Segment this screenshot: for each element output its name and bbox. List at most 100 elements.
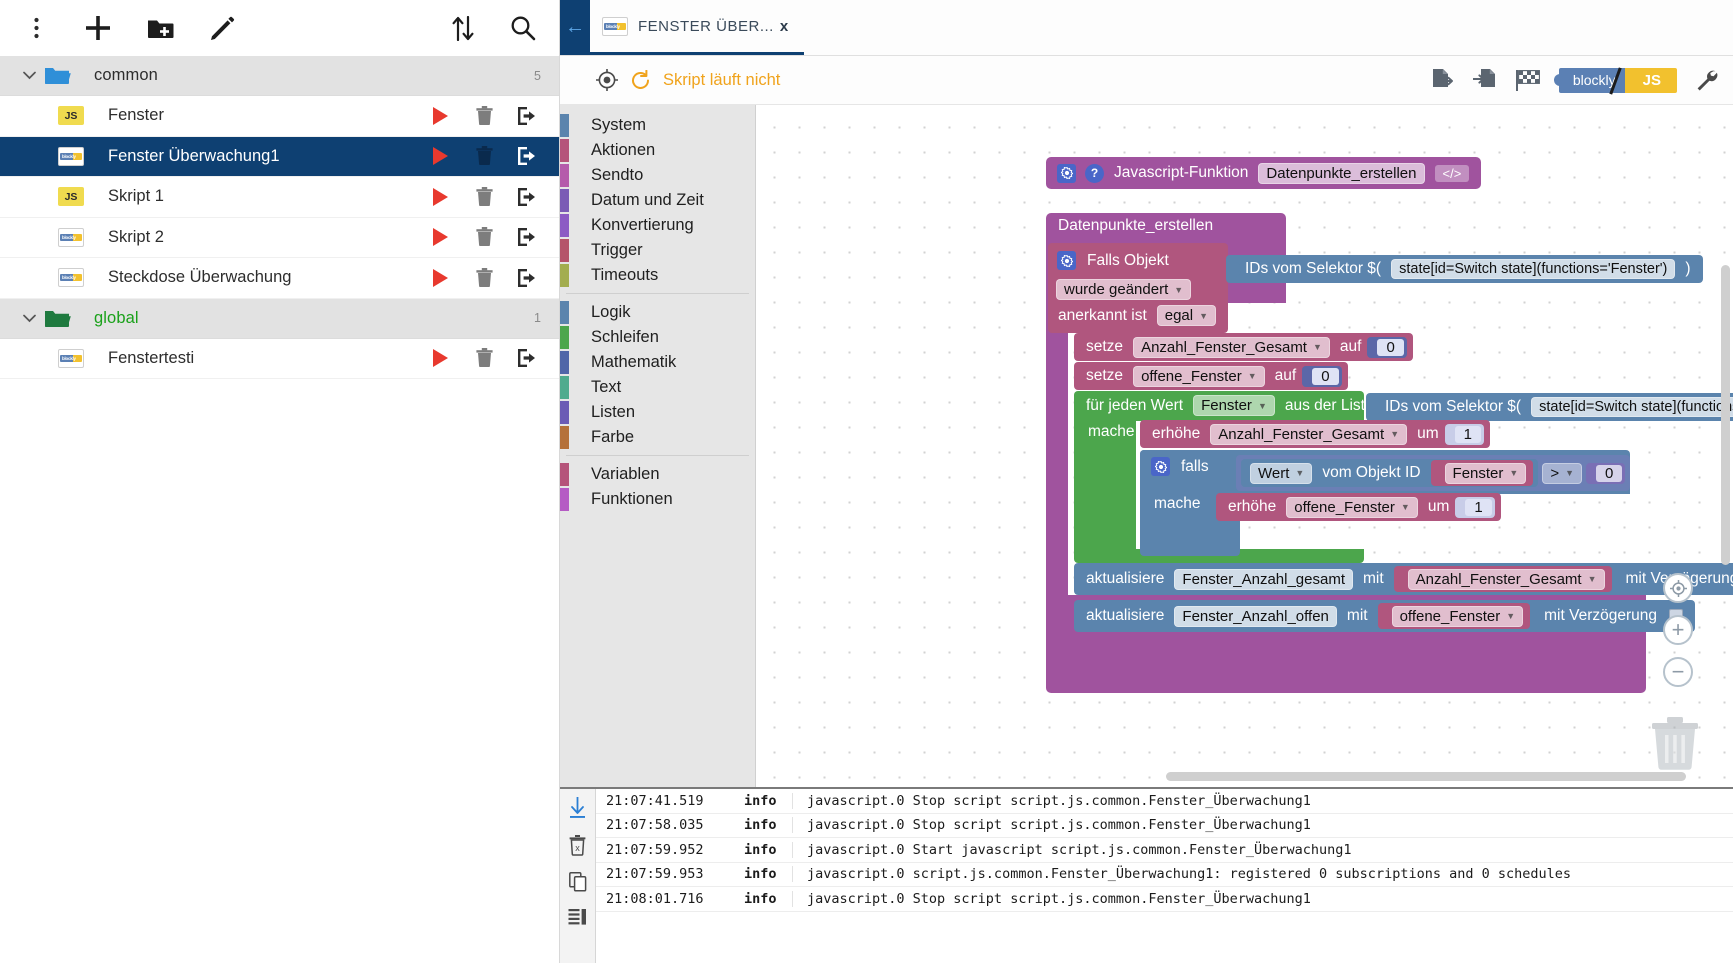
add-script-icon[interactable]: [76, 6, 120, 50]
export-script-button[interactable]: [517, 145, 539, 167]
block-trigger-row3[interactable]: anerkannt ist egal▼: [1052, 305, 1220, 326]
block-increment-offene-fenster[interactable]: erhöhe offene_Fenster▼ um 1: [1216, 493, 1501, 521]
function-name-field[interactable]: Datenpunkte_erstellen: [1258, 163, 1424, 184]
toolbox-category-datum-und-zeit[interactable]: Datum und Zeit: [560, 188, 755, 213]
toolbox-category-listen[interactable]: Listen: [560, 400, 755, 425]
number-value[interactable]: 1: [1465, 499, 1491, 516]
selector-value-field[interactable]: state[id=Switch state](functions='Fenste…: [1391, 259, 1675, 279]
delete-script-button[interactable]: [473, 226, 495, 248]
block-javascript-function[interactable]: ? Javascript-Funktion Datenpunkte_erstel…: [1046, 157, 1481, 189]
run-script-button[interactable]: [429, 347, 451, 369]
block-selector-top[interactable]: IDs vom Selektor $( state[id=Switch stat…: [1226, 255, 1703, 283]
block-object-variable[interactable]: Fenster▼: [1431, 460, 1534, 486]
toolbox-category-schleifen[interactable]: Schleifen: [560, 325, 755, 350]
gear-icon[interactable]: [1057, 251, 1076, 270]
blockly-js-toggle[interactable]: blockly JS: [1559, 68, 1677, 93]
number-block[interactable]: 0: [1586, 463, 1625, 484]
chevron-down-icon[interactable]: [18, 71, 40, 80]
delete-script-button[interactable]: [473, 347, 495, 369]
toolbox-category-sendto[interactable]: Sendto: [560, 163, 755, 188]
object-variable-field[interactable]: Fenster▼: [1445, 463, 1527, 484]
block-if-header[interactable]: falls: [1146, 457, 1215, 476]
run-script-button[interactable]: [429, 226, 451, 248]
number-block[interactable]: 0: [1367, 337, 1406, 358]
folder-row-global[interactable]: global 1: [0, 299, 559, 339]
compare-number-value[interactable]: 0: [1596, 465, 1622, 482]
script-row-fenstertesti[interactable]: blockly Fenstertesti: [0, 339, 559, 380]
copy-log-icon[interactable]: [569, 872, 587, 892]
export-script-button[interactable]: [517, 186, 539, 208]
number-value[interactable]: 0: [1312, 368, 1338, 385]
script-row-fenster-ueberwachung1[interactable]: blockly Fenster Überwachung1: [0, 137, 559, 178]
export-script-button[interactable]: [517, 105, 539, 127]
block-trigger-row2[interactable]: wurde geändert▼: [1052, 279, 1195, 300]
scroll-to-bottom-icon[interactable]: [569, 797, 586, 819]
blockly-canvas[interactable]: ? Javascript-Funktion Datenpunkte_erstel…: [756, 105, 1733, 787]
set-variable-field[interactable]: offene_Fenster▼: [1133, 366, 1265, 387]
update-value-variable-field[interactable]: Anzahl_Fenster_Gesamt▼: [1408, 569, 1605, 590]
block-update-value-var[interactable]: Anzahl_Fenster_Gesamt▼: [1394, 566, 1612, 592]
block-set-offene-fenster[interactable]: setze offene_Fenster▼ auf 0: [1074, 362, 1348, 390]
number-block[interactable]: 1: [1445, 424, 1484, 445]
toolbox-category-variablen[interactable]: Variablen: [560, 462, 755, 487]
foreach-variable-field[interactable]: Fenster▼: [1193, 395, 1275, 416]
toolbox-category-logik[interactable]: Logik: [560, 300, 755, 325]
block-increment-anzahl-gesamt[interactable]: erhöhe Anzahl_Fenster_Gesamt▼ um 1: [1140, 420, 1490, 448]
gear-icon[interactable]: [1151, 457, 1170, 476]
number-value[interactable]: 1: [1455, 426, 1481, 443]
update-target-field[interactable]: Fenster_Anzahl_offen: [1174, 606, 1337, 627]
trigger-change-field[interactable]: wurde geändert▼: [1056, 279, 1191, 300]
run-script-button[interactable]: [429, 145, 451, 167]
toolbox-category-konvertierung[interactable]: Konvertierung: [560, 213, 755, 238]
run-script-button[interactable]: [429, 267, 451, 289]
export-script-button[interactable]: [517, 226, 539, 248]
block-selector-loop[interactable]: IDs vom Selektor $( state[id=Switch stat…: [1366, 393, 1733, 421]
folder-row-common[interactable]: common 5: [0, 56, 559, 96]
run-script-button[interactable]: [429, 105, 451, 127]
horizontal-scrollbar[interactable]: [1166, 772, 1686, 781]
script-row-fenster[interactable]: JS Fenster: [0, 96, 559, 137]
script-row-steckdose-ueberwachung[interactable]: blockly Steckdose Überwachung: [0, 258, 559, 299]
script-row-skript-2[interactable]: blockly Skript 2: [0, 218, 559, 259]
tab-fenster-ueberwachung[interactable]: blockly FENSTER ÜBER... x: [590, 0, 804, 55]
crosshair-icon[interactable]: [596, 69, 618, 91]
ack-field[interactable]: egal▼: [1157, 305, 1216, 326]
increment-variable-field[interactable]: Anzahl_Fenster_Gesamt▼: [1210, 424, 1407, 445]
delete-script-button[interactable]: [473, 145, 495, 167]
value-type-field[interactable]: Wert▼: [1250, 463, 1312, 484]
script-row-skript-1[interactable]: JS Skript 1: [0, 177, 559, 218]
toolbox-category-timeouts[interactable]: Timeouts: [560, 263, 755, 288]
restart-icon[interactable]: [630, 70, 651, 91]
toolbox-category-funktionen[interactable]: Funktionen: [560, 487, 755, 512]
toolbox-category-aktionen[interactable]: Aktionen: [560, 138, 755, 163]
update-value-variable-field[interactable]: offene_Fenster▼: [1392, 606, 1524, 627]
toolbox-category-farbe[interactable]: Farbe: [560, 425, 755, 450]
add-folder-icon[interactable]: [138, 6, 182, 50]
number-block[interactable]: 1: [1455, 497, 1494, 518]
more-options-icon[interactable]: [14, 6, 58, 50]
wrench-icon[interactable]: [1695, 68, 1719, 92]
search-icon[interactable]: [501, 6, 545, 50]
export-script-button[interactable]: [517, 267, 539, 289]
block-set-anzahl-gesamt[interactable]: setze Anzahl_Fenster_Gesamt▼ auf 0: [1074, 333, 1413, 361]
increment-variable-field[interactable]: offene_Fenster▼: [1286, 497, 1418, 518]
zoom-in-button[interactable]: +: [1663, 615, 1693, 645]
number-value[interactable]: 0: [1377, 339, 1403, 356]
selector-value-field[interactable]: state[id=Switch state](functions='Fenste…: [1531, 397, 1733, 417]
block-update-fenster-anzahl-offen[interactable]: aktualisiere Fenster_Anzahl_offen mit of…: [1074, 600, 1695, 632]
export-script-button[interactable]: [517, 347, 539, 369]
block-update-fenster-anzahl-gesamt[interactable]: aktualisiere Fenster_Anzahl_gesamt mit A…: [1074, 563, 1733, 595]
comparison-operator-field[interactable]: >▼: [1542, 463, 1582, 484]
toolbox-category-system[interactable]: System: [560, 113, 755, 138]
block-update-value-var[interactable]: offene_Fenster▼: [1378, 603, 1531, 629]
clear-log-icon[interactable]: x: [569, 835, 586, 856]
delete-script-button[interactable]: [473, 267, 495, 289]
toggle-js-label[interactable]: JS: [1625, 68, 1677, 93]
number-block[interactable]: 0: [1302, 366, 1341, 387]
zoom-out-button[interactable]: −: [1663, 657, 1693, 687]
block-foreach-header[interactable]: für jeden Wert Fenster▼ aus der Liste: [1080, 395, 1380, 416]
toolbox-category-text[interactable]: Text: [560, 375, 755, 400]
close-icon[interactable]: x: [780, 18, 788, 35]
help-icon[interactable]: ?: [1085, 164, 1104, 183]
trash-icon[interactable]: [1649, 715, 1701, 771]
